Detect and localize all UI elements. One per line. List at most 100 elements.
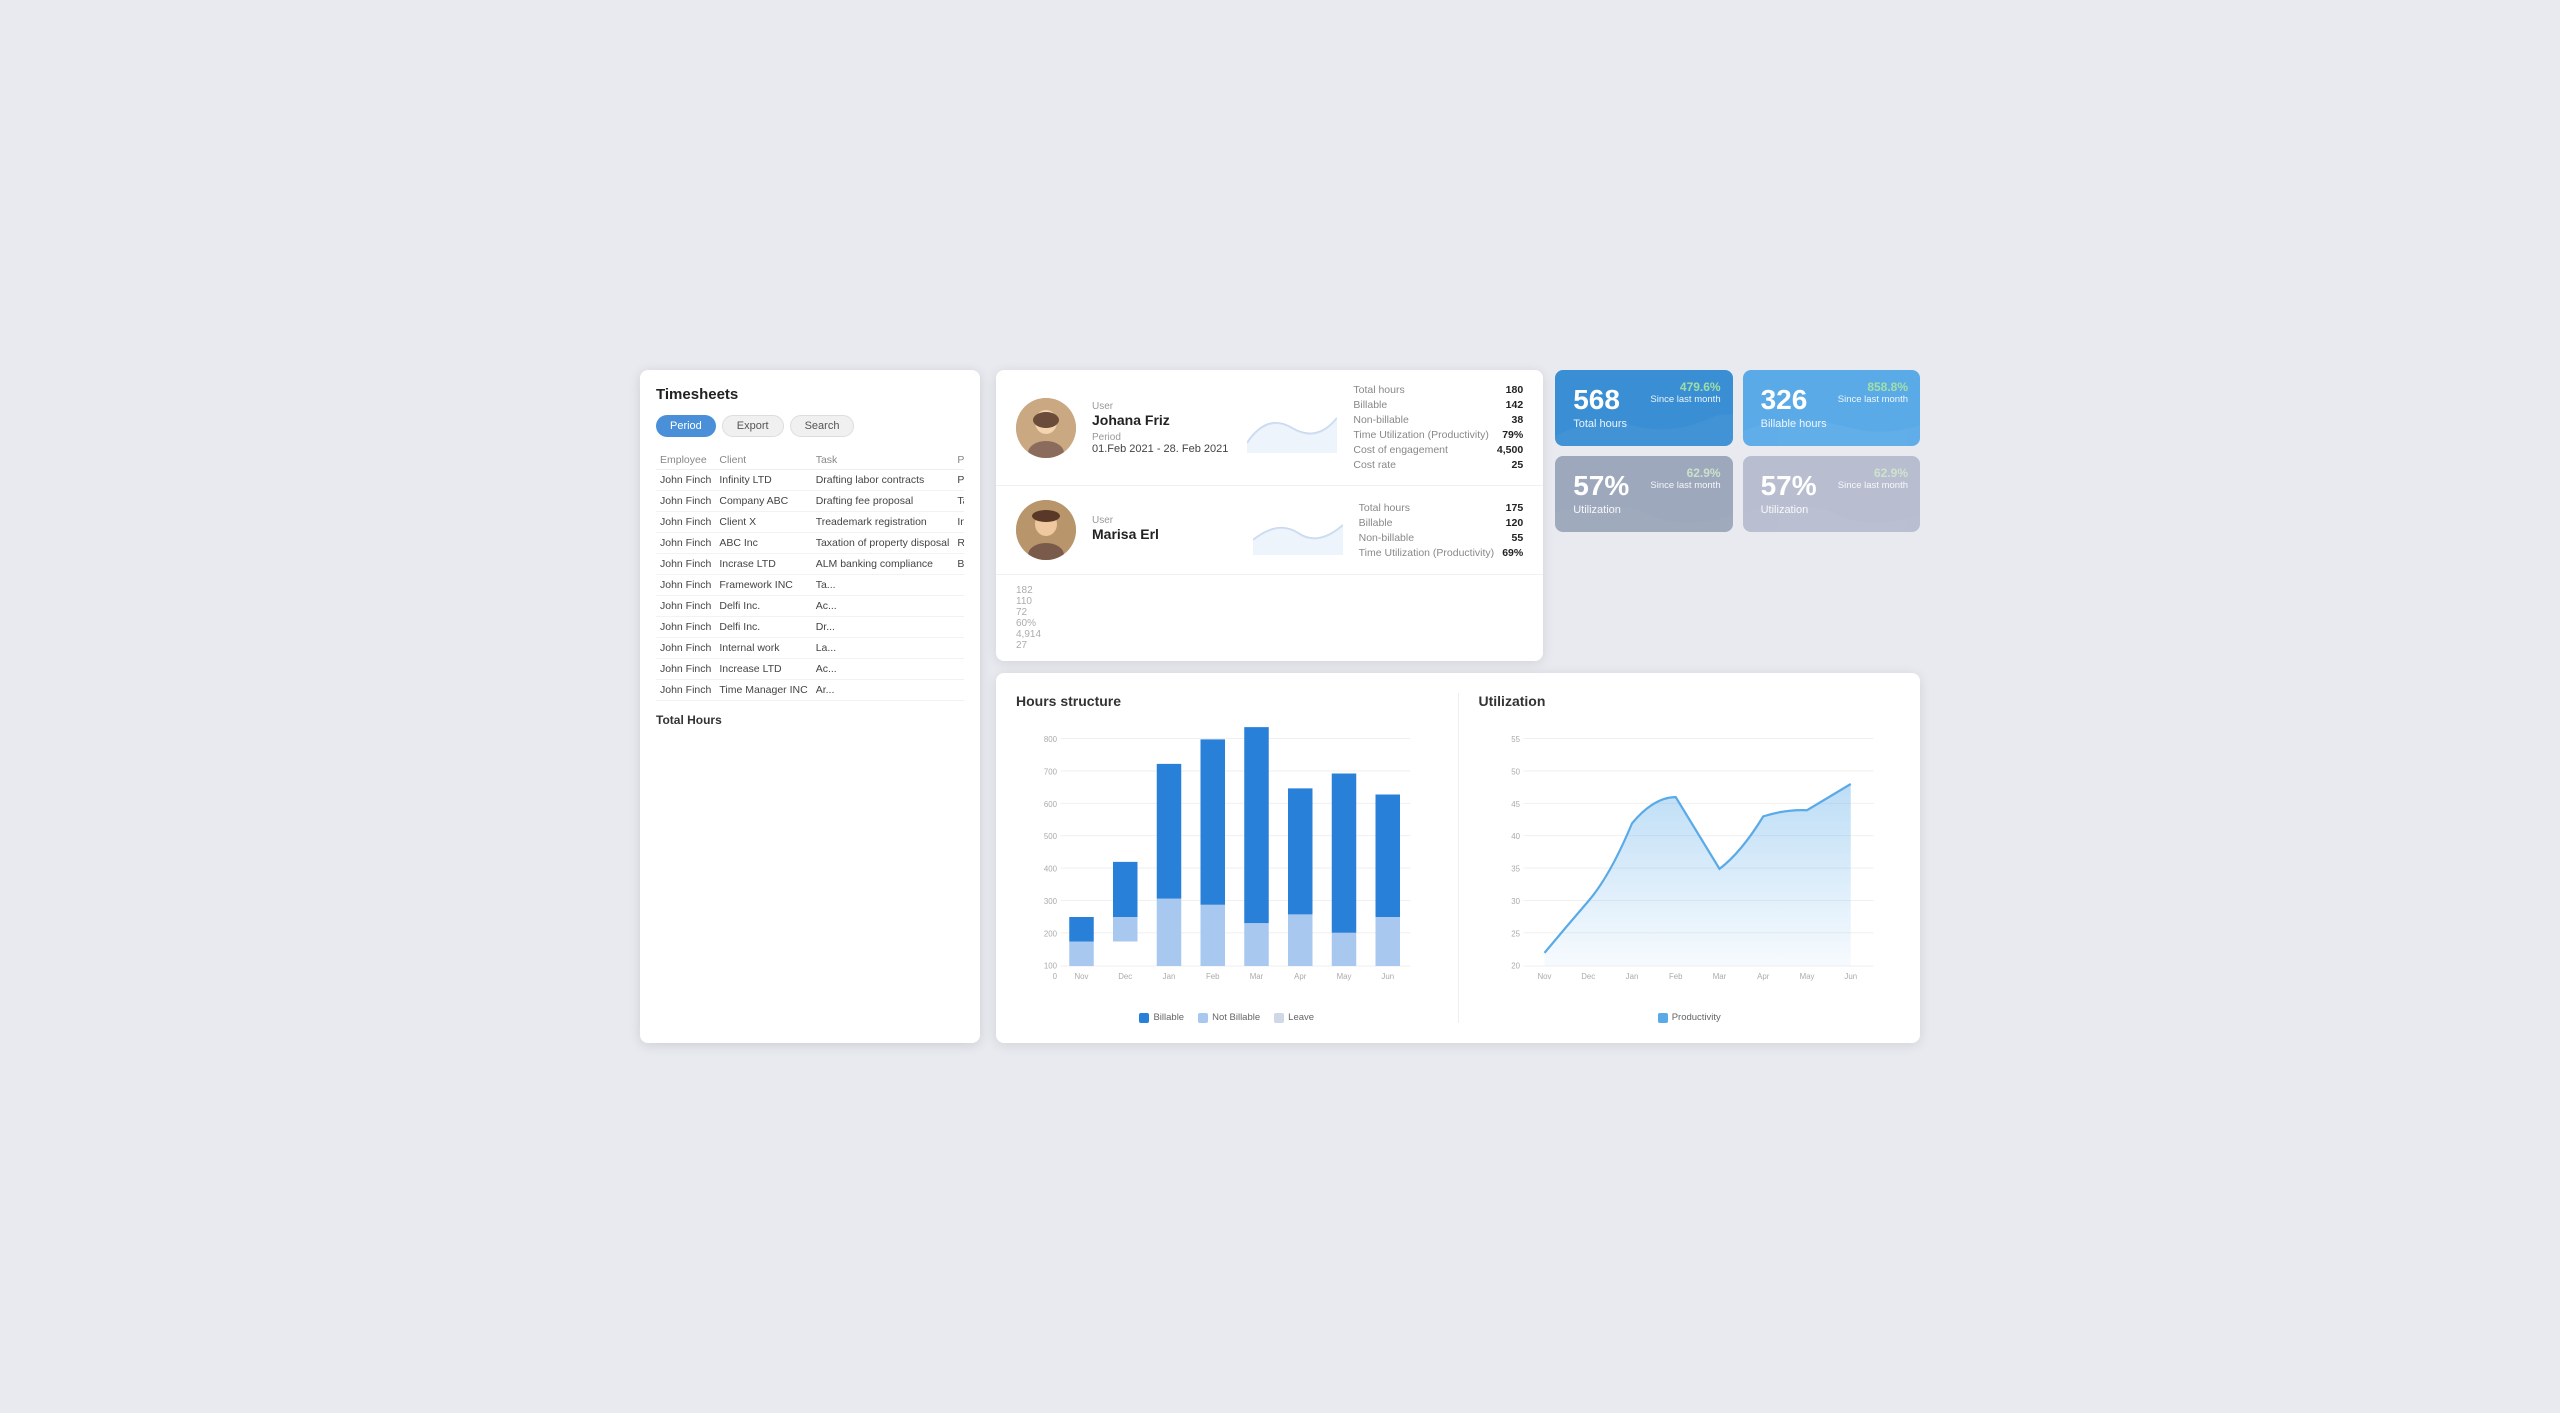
- table-row: John FinchClient XTreademark registratio…: [656, 512, 964, 533]
- svg-text:45: 45: [1511, 800, 1520, 809]
- export-button[interactable]: Export: [722, 415, 784, 437]
- util-legend: Productivity: [1479, 1012, 1901, 1023]
- bar-apr-notbillable: [1288, 914, 1313, 966]
- wave-marisa: [1253, 505, 1343, 555]
- legend-not-billable: Not Billable: [1198, 1012, 1260, 1023]
- total-hours-label: Total Hours: [656, 713, 964, 727]
- table-row: John FinchTime Manager INCAr...: [656, 680, 964, 701]
- hours-chart-area: 800 700 600 500 400 300 200 100 0: [1016, 721, 1438, 1004]
- col-employee: Employee: [656, 451, 715, 470]
- svg-text:500: 500: [1044, 832, 1058, 841]
- user-info-marisa: User Marisa Erl: [1092, 515, 1237, 546]
- timesheets-table: Employee Client Task Project Billable Da…: [656, 451, 964, 701]
- svg-text:Feb: Feb: [1206, 972, 1220, 981]
- user-card-marisa: User Marisa Erl Total hours: [996, 486, 1543, 575]
- kpi-utilization2: 62.9% Since last month 57% Utilization: [1743, 456, 1920, 532]
- wave-johana: [1247, 403, 1337, 453]
- bar-jun-billable: [1376, 795, 1401, 918]
- hours-chart: Hours structure 800 700: [1016, 693, 1438, 1023]
- avatar-johana: [1016, 398, 1076, 458]
- user-card-johana: User Johana Friz Period 01.Feb 2021 - 28…: [996, 370, 1543, 486]
- bar-apr-billable: [1288, 788, 1313, 914]
- user-name-marisa: Marisa Erl: [1092, 526, 1237, 542]
- chart-divider: [1458, 693, 1459, 1023]
- search-button[interactable]: Search: [790, 415, 855, 437]
- main-container: Timesheets Period Export Search Employee…: [640, 370, 1920, 1043]
- period-button[interactable]: Period: [656, 415, 716, 437]
- timesheets-toolbar: Period Export Search: [656, 415, 964, 437]
- hours-legend: Billable Not Billable Leave: [1016, 1012, 1438, 1023]
- avatar-marisa: [1016, 500, 1076, 560]
- bar-jan-notbillable: [1157, 899, 1182, 966]
- svg-text:Dec: Dec: [1581, 972, 1595, 981]
- svg-text:Mar: Mar: [1250, 972, 1264, 981]
- bar-jan-billable: [1157, 764, 1182, 899]
- svg-text:Nov: Nov: [1537, 972, 1551, 981]
- period-val-johana: 01.Feb 2021 - 28. Feb 2021: [1092, 443, 1231, 455]
- hours-chart-title: Hours structure: [1016, 693, 1438, 709]
- user-label-marisa: User: [1092, 515, 1237, 526]
- svg-text:May: May: [1799, 972, 1814, 981]
- svg-text:100: 100: [1044, 962, 1058, 971]
- svg-text:20: 20: [1511, 962, 1520, 971]
- bar-nov-notbillable: [1069, 942, 1094, 967]
- kpi-row-bottom: 62.9% Since last month 57% Utilization 6…: [1555, 456, 1920, 532]
- right-section: User Johana Friz Period 01.Feb 2021 - 28…: [996, 370, 1920, 1043]
- timesheets-title: Timesheets: [656, 386, 964, 403]
- utilization-chart-title: Utilization: [1479, 693, 1901, 709]
- timesheets-table-wrap: Employee Client Task Project Billable Da…: [656, 451, 964, 701]
- table-row: John FinchInternal workLa...: [656, 638, 964, 659]
- util-area: [1544, 784, 1850, 966]
- svg-text:0: 0: [1053, 972, 1058, 981]
- user-stats-johana: Total hours Billable Non-billable Time U…: [1353, 384, 1523, 471]
- user-card-partial: 182 110 72 60% 4,914 27: [996, 575, 1543, 661]
- col-client: Client: [715, 451, 811, 470]
- table-row: John FinchDelfi Inc.Ac...: [656, 596, 964, 617]
- kpi-billable-hours: 858.8% Since last month 326 Billable hou…: [1743, 370, 1920, 446]
- bar-may-notbillable: [1332, 933, 1357, 966]
- kpi-since-total: 479.6% Since last month: [1650, 380, 1720, 405]
- col-task: Task: [812, 451, 954, 470]
- user-info-johana: User Johana Friz Period 01.Feb 2021 - 28…: [1092, 401, 1231, 455]
- svg-text:55: 55: [1511, 735, 1520, 744]
- table-row: John FinchCompany ABCDrafting fee propos…: [656, 491, 964, 512]
- kpi-row-top: 479.6% Since last month 568 Total hours …: [1555, 370, 1920, 446]
- svg-text:Feb: Feb: [1668, 972, 1682, 981]
- period-label-johana: Period: [1092, 432, 1231, 443]
- utilization-chart-area: 55 50 45 40 35 30 25 20: [1479, 721, 1901, 1004]
- bar-dec-notbillable: [1113, 917, 1138, 942]
- kpi-column: 479.6% Since last month 568 Total hours …: [1555, 370, 1920, 661]
- svg-text:Apr: Apr: [1757, 972, 1770, 981]
- svg-text:Apr: Apr: [1294, 972, 1307, 981]
- svg-text:30: 30: [1511, 897, 1520, 906]
- svg-text:40: 40: [1511, 832, 1520, 841]
- table-row: John FinchIncrase LTDALM banking complia…: [656, 554, 964, 575]
- svg-text:300: 300: [1044, 897, 1058, 906]
- bar-mar-notbillable: [1244, 923, 1269, 966]
- table-row: John FinchDelfi Inc.Dr...: [656, 617, 964, 638]
- svg-text:Jan: Jan: [1163, 972, 1176, 981]
- table-row: John FinchInfinity LTDDrafting labor con…: [656, 470, 964, 491]
- top-row: User Johana Friz Period 01.Feb 2021 - 28…: [996, 370, 1920, 661]
- user-name-johana: Johana Friz: [1092, 412, 1231, 428]
- svg-text:200: 200: [1044, 929, 1058, 938]
- svg-text:600: 600: [1044, 800, 1058, 809]
- utilization-chart: Utilization 55 50: [1479, 693, 1901, 1023]
- timesheets-panel: Timesheets Period Export Search Employee…: [640, 370, 980, 1043]
- svg-text:Mar: Mar: [1712, 972, 1726, 981]
- col-project: Project: [953, 451, 964, 470]
- charts-row: Hours structure 800 700: [996, 673, 1920, 1043]
- svg-text:400: 400: [1044, 865, 1058, 874]
- bar-mar-billable: [1244, 727, 1269, 923]
- bar-feb-billable: [1201, 739, 1226, 904]
- bar-jun-notbillable: [1376, 917, 1401, 966]
- svg-text:700: 700: [1044, 767, 1058, 776]
- svg-text:35: 35: [1511, 865, 1520, 874]
- kpi-utilization1: 62.9% Since last month 57% Utilization: [1555, 456, 1732, 532]
- table-row: John FinchFramework INCTa...: [656, 575, 964, 596]
- svg-text:Nov: Nov: [1075, 972, 1089, 981]
- kpi-total-hours: 479.6% Since last month 568 Total hours: [1555, 370, 1732, 446]
- bar-feb-notbillable: [1201, 905, 1226, 966]
- user-stats-marisa: Total hours Billable Non-billable Time U…: [1359, 502, 1524, 559]
- table-row: John FinchIncrease LTDAc...: [656, 659, 964, 680]
